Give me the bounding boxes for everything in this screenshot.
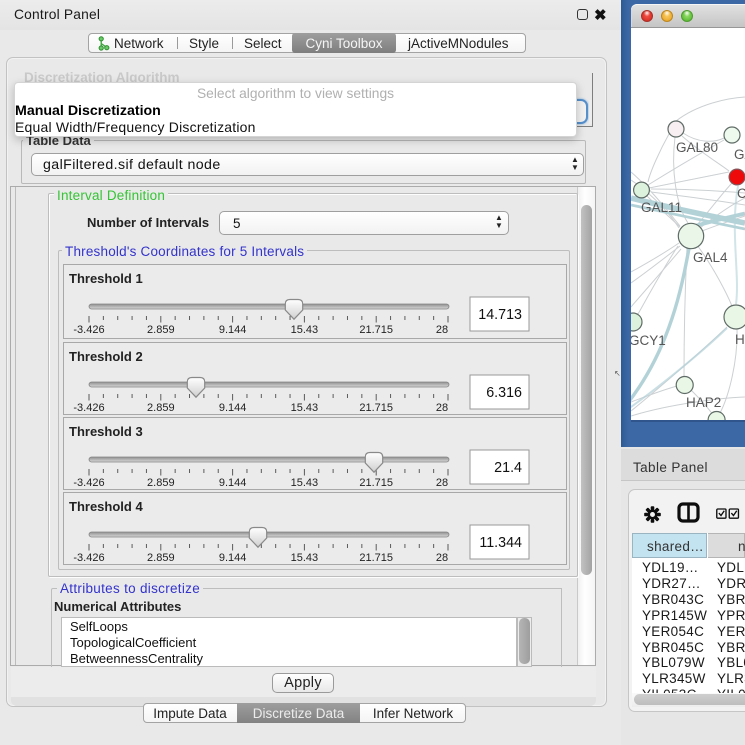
svg-text:HAP2: HAP2 [686, 395, 721, 410]
svg-text:9.144: 9.144 [219, 552, 247, 564]
svg-text:-3.426: -3.426 [73, 477, 104, 489]
svg-text:15.43: 15.43 [291, 552, 319, 564]
svg-text:-3.426: -3.426 [73, 552, 104, 564]
svg-text:GA: GA [734, 147, 745, 162]
svg-text:14.713: 14.713 [478, 307, 522, 323]
svg-text:28: 28 [436, 477, 448, 489]
svg-text:GAL80: GAL80 [676, 140, 718, 155]
svg-text:21.715: 21.715 [359, 324, 393, 336]
svg-text:Threshold 4: Threshold 4 [69, 499, 143, 514]
svg-text:Threshold 1: Threshold 1 [69, 271, 143, 286]
svg-text:28: 28 [436, 402, 448, 414]
svg-text:2.859: 2.859 [147, 477, 175, 489]
svg-text:H: H [735, 332, 745, 347]
svg-text:-3.426: -3.426 [73, 402, 104, 414]
svg-text:9.144: 9.144 [219, 477, 247, 489]
svg-text:-3.426: -3.426 [73, 324, 104, 336]
svg-text:28: 28 [436, 324, 448, 336]
svg-text:21.715: 21.715 [359, 477, 393, 489]
svg-text:11.344: 11.344 [479, 535, 522, 551]
svg-text:GAL4: GAL4 [693, 250, 728, 265]
svg-text:15.43: 15.43 [291, 324, 319, 336]
svg-text:Threshold 3: Threshold 3 [69, 424, 143, 439]
svg-text:CY: CY [737, 186, 745, 201]
svg-text:9.144: 9.144 [219, 324, 247, 336]
svg-text:2.859: 2.859 [147, 402, 175, 414]
svg-text:2.859: 2.859 [147, 552, 175, 564]
svg-text:6.316: 6.316 [486, 385, 522, 401]
svg-text:GAL11: GAL11 [641, 200, 682, 215]
svg-text:21.715: 21.715 [359, 402, 393, 414]
svg-text:21.715: 21.715 [359, 552, 393, 564]
svg-text:21.4: 21.4 [494, 460, 522, 476]
svg-text:GCY1: GCY1 [631, 333, 666, 348]
svg-text:15.43: 15.43 [291, 477, 319, 489]
svg-text:2.859: 2.859 [147, 324, 175, 336]
svg-text:28: 28 [436, 552, 448, 564]
svg-text:9.144: 9.144 [219, 402, 247, 414]
svg-text:15.43: 15.43 [291, 402, 319, 414]
svg-text:Threshold 2: Threshold 2 [69, 349, 143, 364]
